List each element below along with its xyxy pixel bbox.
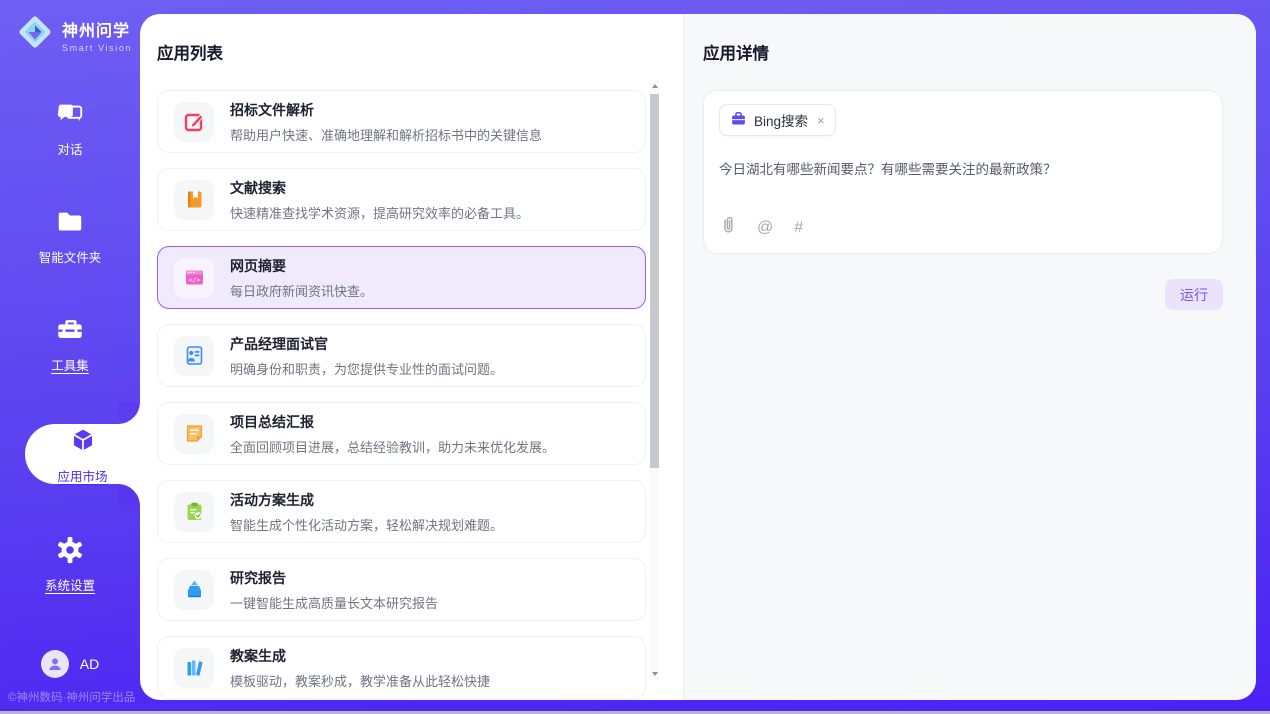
- app-list-scrollbar[interactable]: [650, 80, 659, 680]
- app-card-webpage-summary[interactable]: </> 网页摘要 每日政府新闻资讯快查。: [157, 246, 646, 309]
- tender-doc-icon: [174, 102, 214, 142]
- sidebar-item-label: 对话: [57, 139, 82, 158]
- scrollbar-thumb[interactable]: [650, 94, 659, 468]
- scrollbar-down-arrow[interactable]: [650, 668, 659, 680]
- sidebar-item-label: 工具集: [51, 355, 89, 374]
- scrollbar-up-arrow[interactable]: [650, 80, 659, 92]
- sidebar-item-toolset[interactable]: 工具集: [0, 316, 140, 372]
- brand-name: 神州问学: [62, 17, 132, 41]
- app-card-desc: 模板驱动，教案秒成，教学准备从此轻松快捷: [230, 671, 490, 690]
- tool-chip-label: Bing搜索: [754, 110, 808, 130]
- app-card-name: 文献搜索: [230, 178, 529, 198]
- sidebar-nav: 对话 智能文件夹: [0, 100, 140, 592]
- query-input-card[interactable]: Bing搜索 × 今日湖北有哪些新闻要点？有哪些需要关注的最新政策？ @ #: [703, 90, 1223, 254]
- brand-diamond-icon: [16, 13, 54, 56]
- app-card-research-report[interactable]: 研究报告 一键智能生成高质量长文本研究报告: [157, 558, 646, 621]
- app-card-literature-search[interactable]: 文献搜索 快速精准查找学术资源，提高研究效率的必备工具。: [157, 168, 646, 231]
- app-card-desc: 帮助用户快速、准确地理解和解析招标书中的关键信息: [230, 125, 542, 144]
- app-list-title: 应用列表: [157, 40, 683, 64]
- sidebar-item-label: 系统设置: [45, 575, 95, 594]
- folder-icon: [55, 207, 85, 240]
- run-button[interactable]: 运行: [1165, 279, 1223, 310]
- app-detail-title: 应用详情: [703, 40, 1256, 64]
- app-card-name: 产品经理面试官: [230, 334, 503, 354]
- sidebar-item-settings[interactable]: 系统设置: [0, 536, 140, 592]
- interview-doc-icon: [174, 336, 214, 376]
- app-list: 招标文件解析 帮助用户快速、准确地理解和解析招标书中的关键信息 文献搜索: [157, 90, 646, 699]
- books-icon: [174, 648, 214, 688]
- app-card-tender-doc[interactable]: 招标文件解析 帮助用户快速、准确地理解和解析招标书中的关键信息: [157, 90, 646, 153]
- brand-subtitle: Smart Vision: [62, 43, 132, 53]
- sidebar-item-label: 应用市场: [57, 466, 107, 485]
- gear-icon: [55, 535, 85, 568]
- app-list-panel: 应用列表 招标文件解析 帮助用户快速、准确地理解和解析招标书中的关键信息: [140, 14, 683, 700]
- app-card-name: 网页摘要: [230, 256, 373, 276]
- svg-text:</>: </>: [188, 276, 200, 284]
- query-text[interactable]: 今日湖北有哪些新闻要点？有哪些需要关注的最新政策？: [719, 160, 1207, 180]
- user-account[interactable]: AD: [0, 650, 140, 678]
- app-card-project-summary[interactable]: 项目总结汇报 全面回顾项目进展，总结经验教训，助力未来优化发展。: [157, 402, 646, 465]
- toolbox-icon: [55, 315, 85, 348]
- active-curve-top: [118, 402, 140, 424]
- briefcase-icon: [730, 110, 747, 130]
- main-content: 应用列表 招标文件解析 帮助用户快速、准确地理解和解析招标书中的关键信息: [140, 14, 1256, 700]
- clipboard-check-icon: [174, 492, 214, 532]
- app-detail-panel: 应用详情 Bing搜索 × 今日湖北有哪些新闻要点？有哪些需要关注的最新政策？: [683, 14, 1256, 700]
- app-card-desc: 智能生成个性化活动方案，轻松解决规划难题。: [230, 515, 503, 534]
- app-card-desc: 明确身份和职责，为您提供专业性的面试问题。: [230, 359, 503, 378]
- user-name: AD: [80, 656, 99, 672]
- app-card-name: 教案生成: [230, 646, 490, 666]
- attachment-icon[interactable]: [721, 216, 736, 240]
- book-icon: [174, 180, 214, 220]
- run-row: 运行: [703, 279, 1223, 310]
- tool-chip-bing-search[interactable]: Bing搜索 ×: [719, 104, 836, 136]
- app-card-name: 活动方案生成: [230, 490, 503, 510]
- active-curve-bottom: [118, 484, 140, 506]
- app-window: 神州问学 Smart Vision 对话: [0, 0, 1270, 714]
- cube-icon: [67, 424, 99, 459]
- memo-icon: [174, 414, 214, 454]
- mention-icon[interactable]: @: [757, 219, 773, 237]
- sidebar-item-chat[interactable]: 对话: [0, 100, 140, 156]
- sidebar: 神州问学 Smart Vision 对话: [0, 0, 140, 714]
- webpage-code-icon: </>: [174, 258, 214, 298]
- ink-flask-icon: [174, 570, 214, 610]
- app-card-desc: 每日政府新闻资讯快查。: [230, 281, 373, 300]
- app-card-desc: 快速精准查找学术资源，提高研究效率的必备工具。: [230, 203, 529, 222]
- sidebar-item-smart-folder[interactable]: 智能文件夹: [0, 208, 140, 264]
- sidebar-item-app-market[interactable]: 应用市场: [25, 424, 140, 484]
- app-card-name: 招标文件解析: [230, 100, 542, 120]
- app-card-pm-interviewer[interactable]: 产品经理面试官 明确身份和职责，为您提供专业性的面试问题。: [157, 324, 646, 387]
- app-card-event-plan[interactable]: 活动方案生成 智能生成个性化活动方案，轻松解决规划难题。: [157, 480, 646, 543]
- brand-logo: 神州问学 Smart Vision: [0, 0, 140, 56]
- chat-icon: [55, 99, 85, 132]
- hashtag-icon[interactable]: #: [794, 219, 803, 237]
- sidebar-item-label: 智能文件夹: [39, 247, 102, 266]
- app-card-name: 项目总结汇报: [230, 412, 555, 432]
- copyright-text: ©神州数码·神州问学出品: [8, 689, 135, 705]
- chip-close-icon[interactable]: ×: [817, 113, 825, 128]
- app-card-name: 研究报告: [230, 568, 438, 588]
- app-card-desc: 全面回顾项目进展，总结经验教训，助力未来优化发展。: [230, 437, 555, 456]
- composer-actions: @ #: [721, 216, 803, 240]
- app-card-lesson-plan[interactable]: 教案生成 模板驱动，教案秒成，教学准备从此轻松快捷: [157, 636, 646, 699]
- avatar: [41, 650, 69, 678]
- app-card-desc: 一键智能生成高质量长文本研究报告: [230, 593, 438, 612]
